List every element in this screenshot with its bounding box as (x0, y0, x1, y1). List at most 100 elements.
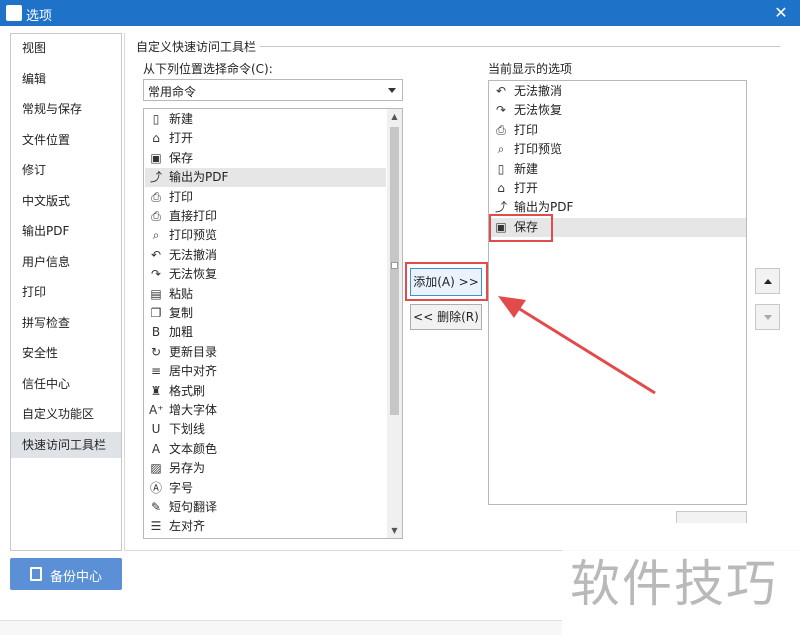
print-preview-icon: ⌕ (497, 142, 505, 157)
list-item-label: 打印 (169, 189, 194, 204)
watermark-text: 软件技巧 (570, 555, 778, 613)
list-item[interactable]: ↶ 无法撤消 (145, 246, 386, 265)
options-nav: 视图编辑常规与保存文件位置修订中文版式输出PDF 用户信息打印拼写检查安全性信任中… (10, 33, 122, 551)
nav-item[interactable]: 视图 (11, 35, 121, 61)
list-item[interactable]: ⌂ 打开 (145, 129, 386, 148)
scroll-thumb[interactable] (390, 127, 399, 415)
align-left-icon: ☰ (150, 519, 162, 534)
nav-item[interactable]: 中文版式 (11, 188, 121, 214)
scroll-grip (391, 262, 398, 269)
chevron-down-icon[interactable] (388, 88, 396, 93)
move-up-button[interactable] (755, 268, 780, 294)
save-as-icon: ▨ (150, 461, 162, 476)
list-item[interactable]: ☰ 左对齐 (145, 517, 386, 536)
list-item[interactable]: ↻ 更新目录 (145, 343, 386, 362)
list-item-label: 无法恢复 (169, 267, 218, 282)
list-item[interactable]: U 下划线 (145, 420, 386, 439)
redo-icon: ↷ (495, 103, 507, 118)
list-item-label: 输出为PDF (169, 170, 229, 185)
list-item-label: 打印 (514, 122, 539, 137)
list-item-label: 另存为 (169, 461, 206, 476)
save-icon: ▣ (150, 150, 162, 165)
list-item[interactable]: ⤴ 输出为PDF (145, 168, 386, 188)
nav-item[interactable]: 编辑 (11, 66, 121, 92)
nav-item[interactable]: 用户信息 (11, 249, 121, 275)
list-item[interactable]: ⌂ 打开 (490, 179, 746, 198)
scroll-down-icon[interactable]: ▼ (387, 523, 402, 538)
list-item-label: 文本颜色 (169, 441, 218, 456)
backup-center-button[interactable]: 备份中心 (10, 558, 122, 590)
list-item[interactable]: ≡ 居中对齐 (145, 362, 386, 381)
reset-button[interactable] (676, 511, 747, 523)
underline-icon: U (151, 422, 161, 437)
scroll-up-icon[interactable]: ▲ (387, 109, 402, 124)
command-source-select[interactable]: 常用命令 (143, 79, 403, 101)
move-down-button[interactable] (755, 304, 780, 330)
commands-scrollbar[interactable]: ▲ ▼ (387, 109, 402, 538)
window-title: 选项 (26, 9, 53, 24)
list-item[interactable]: ▯ 新建 (145, 110, 386, 129)
nav-item[interactable]: 文件位置 (11, 127, 121, 153)
list-item-label: 粘贴 (169, 286, 194, 301)
direct-print-icon: ⎙ (151, 209, 161, 223)
bold-icon: B (151, 325, 161, 340)
list-item-label: 打印预览 (169, 228, 218, 243)
list-item[interactable]: ✎ 短句翻译 (145, 498, 386, 517)
choose-commands-label: 从下列位置选择命令(C): (143, 62, 273, 76)
list-item-label: 增大字体 (169, 403, 218, 417)
bottom-strip (0, 620, 562, 635)
list-item[interactable]: ⎙ 打印 (490, 121, 746, 140)
current-commands-list[interactable]: ↶ 无法撤消 ↷ 无法恢复 ⎙ 打印 ⌕ 打印预览 ▯ 新建 ⌂ 打开 ⤴ 输出为PDF ▣ 保存 (488, 80, 747, 505)
list-item[interactable]: ↷ 无法恢复 (145, 265, 386, 284)
nav-item[interactable]: 快速访问工具栏 (11, 431, 121, 458)
nav-item[interactable]: 信任中心 (11, 371, 121, 397)
move-up-icon (764, 279, 772, 284)
list-item[interactable]: ❐ 复制 (145, 304, 386, 323)
list-item[interactable]: B 加粗 (145, 323, 386, 342)
move-down-icon (764, 315, 772, 320)
list-item[interactable]: ↷ 无法恢复 (490, 101, 746, 120)
new-doc-icon: ▯ (152, 112, 160, 126)
redo-icon: ↷ (150, 267, 162, 282)
nav-item[interactable]: 自定义功能区 (11, 401, 121, 427)
nav-item[interactable]: 修订 (11, 157, 121, 183)
list-item[interactable]: A⁺ 增大字体 (145, 401, 386, 420)
list-item[interactable]: ⎙ 打印 (145, 188, 386, 207)
print-icon: ⎙ (151, 189, 161, 204)
nav-item[interactable]: 安全性 (11, 340, 121, 366)
list-item-label: 复制 (169, 306, 194, 320)
list-item-label: 新建 (514, 161, 539, 176)
list-item[interactable]: ▤ 粘贴 (145, 285, 386, 304)
backup-icon (30, 567, 42, 581)
list-item-label: 保存 (169, 150, 194, 165)
list-item[interactable]: ▣ 保存 (145, 149, 386, 168)
list-item[interactable]: ⌕ 打印预览 (145, 226, 386, 245)
list-item[interactable]: A 文本颜色 (145, 440, 386, 459)
list-item-label: 更新目录 (169, 344, 218, 359)
list-item[interactable]: ⌕ 打印预览 (490, 140, 746, 159)
list-item[interactable]: ⎙ 直接打印 (145, 207, 386, 226)
nav-item[interactable]: 拼写检查 (11, 310, 121, 336)
folder-icon: ⌂ (152, 131, 160, 146)
list-item[interactable]: ▨ 另存为 (145, 459, 386, 478)
list-item-label: 打开 (169, 131, 194, 146)
close-icon[interactable]: ✕ (772, 3, 790, 22)
format-painter-icon: ♜ (150, 383, 162, 398)
nav-item[interactable]: 常规与保存 (11, 96, 121, 122)
list-item[interactable]: Ⓐ 字号 (145, 479, 386, 498)
list-item[interactable]: ▯ 新建 (490, 160, 746, 179)
font-size-icon: Ⓐ (149, 480, 162, 495)
watermark: 软件技巧 (562, 534, 800, 635)
remove-button[interactable]: << 删除(R) (410, 304, 482, 330)
list-item-label: 下划线 (169, 422, 206, 437)
copy-icon: ❐ (150, 306, 162, 320)
list-item[interactable]: ↶ 无法撤消 (490, 82, 746, 101)
list-item[interactable]: ♜ 格式刷 (145, 382, 386, 401)
available-commands-list[interactable]: ▯ 新建 ⌂ 打开 ▣ 保存 ⤴ 输出为PDF ⎙ 打印 ⎙ 直接打印 ⌕ 打印预览 ↶ 无法撤消 ↷ 无法恢复 ▤… (143, 108, 403, 539)
nav-item[interactable]: 打印 (11, 279, 121, 305)
nav-item[interactable]: 输出PDF (11, 218, 121, 244)
text-color-icon: A (151, 441, 161, 456)
save-item-highlight (489, 214, 553, 242)
list-item-label: 直接打印 (169, 209, 218, 223)
list-item-label: 新建 (169, 112, 194, 126)
